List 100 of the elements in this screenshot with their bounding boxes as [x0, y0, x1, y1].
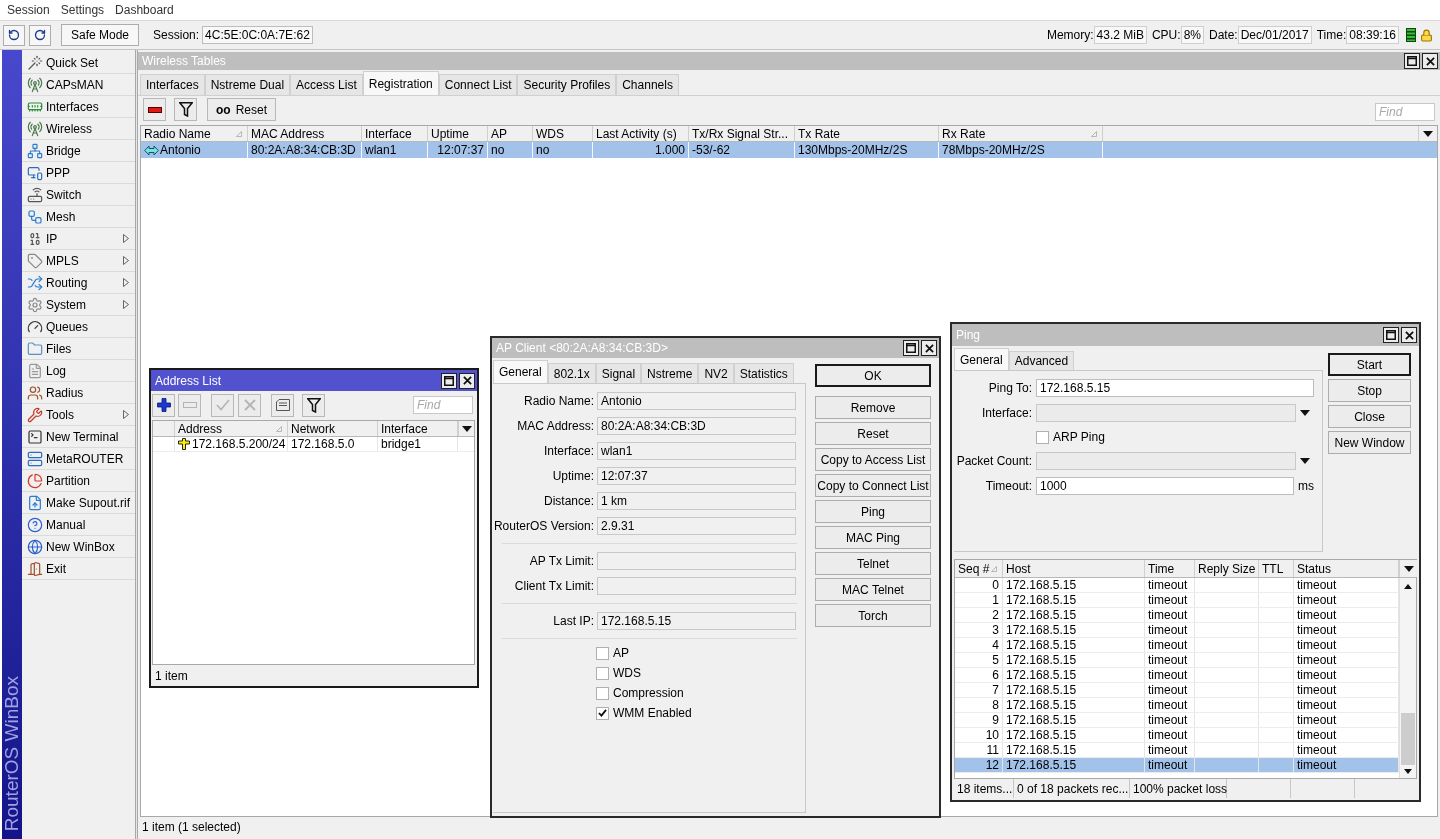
column-menu-button[interactable] [458, 421, 474, 436]
close-button[interactable] [459, 372, 475, 389]
find-field[interactable]: Find [413, 396, 473, 414]
tab[interactable]: 802.1x [547, 363, 596, 383]
table-row[interactable]: 4 172.168.5.15 timeout timeout [955, 638, 1399, 653]
column-header[interactable]: Reply Size [1195, 560, 1259, 577]
column-header[interactable]: Radio Name [141, 126, 248, 141]
table-row[interactable]: 5 172.168.5.15 timeout timeout [955, 653, 1399, 668]
text-field[interactable] [597, 552, 796, 570]
checkbox[interactable] [1036, 430, 1049, 444]
maximize-button[interactable] [903, 340, 919, 356]
table-row[interactable]: 172.168.5.200/24 172.168.5.0 bridge1 [153, 437, 474, 452]
menu-item[interactable]: Dashboard [115, 3, 174, 17]
column-header[interactable]: Interface [362, 126, 428, 141]
column-header[interactable]: AP [488, 126, 533, 141]
tab[interactable]: Channels [616, 74, 679, 95]
checkbox[interactable] [596, 646, 609, 660]
column-header[interactable]: Uptime [428, 126, 488, 141]
text-field[interactable]: 172.168.5.15 [597, 612, 796, 630]
action-button[interactable]: Reset [815, 422, 931, 445]
find-field[interactable]: Find [1375, 103, 1435, 121]
column-header[interactable]: Time [1145, 560, 1195, 577]
tab[interactable]: Security Profiles [517, 74, 617, 95]
column-header[interactable]: Seq # [955, 560, 1003, 577]
close-button[interactable] [1401, 327, 1417, 343]
tab[interactable]: Statistics [733, 363, 794, 383]
down-arrow-icon[interactable] [1404, 769, 1412, 774]
column-header[interactable]: Last Activity (s) [593, 126, 689, 141]
text-field[interactable]: 12:07:37 [597, 467, 796, 485]
text-field[interactable]: 1 km [597, 492, 796, 510]
menu-item[interactable]: Settings [60, 3, 105, 17]
scrollbar-thumb[interactable] [1401, 713, 1415, 765]
action-button[interactable]: Remove [815, 396, 931, 419]
tab[interactable]: Registration [362, 71, 439, 95]
close-button[interactable] [1422, 53, 1438, 69]
column-header[interactable]: TTL [1259, 560, 1294, 577]
action-button[interactable]: Copy to Access List [815, 448, 931, 471]
table-row[interactable]: 9 172.168.5.15 timeout timeout [955, 713, 1399, 728]
text-field[interactable]: 80:2A:A8:34:CB:3D [597, 417, 796, 435]
column-header[interactable]: Host [1003, 560, 1145, 577]
column-header[interactable]: Rx Rate [939, 126, 1103, 141]
reset-button[interactable]: oo Reset [207, 98, 277, 121]
column-header[interactable]: Address [175, 421, 288, 436]
column-header[interactable]: Tx Rate [795, 126, 939, 141]
action-button[interactable]: Telnet [815, 552, 931, 575]
action-button[interactable]: MAC Ping [815, 526, 931, 549]
action-button[interactable]: New Window [1328, 431, 1411, 454]
text-field[interactable]: 2.9.31 [597, 517, 796, 535]
checkbox[interactable] [596, 666, 609, 680]
tab[interactable]: Nstreme [641, 363, 699, 383]
table-row[interactable]: 8 172.168.5.15 timeout timeout [955, 698, 1399, 713]
sidebar-item[interactable]: System [22, 294, 135, 316]
column-header[interactable]: Network [288, 421, 378, 436]
tab[interactable]: Nstreme Dual [204, 74, 291, 95]
up-arrow-icon[interactable] [1404, 583, 1412, 589]
action-button[interactable]: Copy to Connect List [815, 474, 931, 497]
text-field[interactable]: wlan1 [597, 442, 796, 460]
text-field[interactable]: 172.168.5.15 [1036, 379, 1314, 397]
safe-mode-button[interactable]: Safe Mode [61, 24, 140, 46]
tab[interactable]: General [493, 360, 548, 383]
table-row[interactable]: 1 172.168.5.15 timeout timeout [955, 593, 1399, 608]
scrollbar[interactable] [1399, 578, 1416, 778]
maximize-button[interactable] [1404, 53, 1420, 69]
column-header[interactable]: Tx/Rx Signal Str... [689, 126, 795, 141]
action-button[interactable]: Ping [815, 500, 931, 523]
table-row[interactable]: 10 172.168.5.15 timeout timeout [955, 728, 1399, 743]
tab[interactable]: General [954, 348, 1009, 370]
redo-button[interactable] [29, 24, 51, 46]
table-row[interactable]: 2 172.168.5.15 timeout timeout [955, 608, 1399, 623]
tab[interactable]: Interfaces [140, 74, 205, 95]
action-button[interactable]: Torch [815, 604, 931, 627]
tab[interactable]: NV2 [698, 363, 734, 383]
text-field[interactable] [597, 577, 796, 595]
table-row[interactable]: Antonio 80:2A:A8:34:CB:3D wlan1 12:07:37 no no 1.000 -53/-62 130Mbps-20MHz/2S 78Mbps-20MHz/2S [141, 142, 1437, 158]
checkbox[interactable] [596, 686, 609, 700]
dropdown-field[interactable] [1036, 404, 1296, 422]
column-menu-button[interactable] [1399, 560, 1417, 577]
sidebar-item[interactable]: New WinBox [22, 536, 135, 558]
checkbox[interactable] [596, 706, 609, 720]
remove-button[interactable] [143, 98, 166, 121]
maximize-button[interactable] [1383, 327, 1399, 343]
table-row[interactable]: 3 172.168.5.15 timeout timeout [955, 623, 1399, 638]
maximize-button[interactable] [441, 372, 457, 389]
column-header[interactable]: WDS [533, 126, 593, 141]
table-row[interactable]: 11 172.168.5.15 timeout timeout [955, 743, 1399, 758]
action-button[interactable]: MAC Telnet [815, 578, 931, 601]
add-button[interactable] [152, 393, 175, 417]
table-row[interactable]: 0 172.168.5.15 timeout timeout [955, 578, 1399, 593]
close-button[interactable] [921, 340, 937, 356]
table-row[interactable]: 7 172.168.5.15 timeout timeout [955, 683, 1399, 698]
column-header[interactable]: MAC Address [248, 126, 362, 141]
action-button[interactable]: Stop [1328, 379, 1411, 402]
tab[interactable]: Access List [290, 74, 363, 95]
tab[interactable]: Advanced [1008, 351, 1075, 370]
menu-item[interactable]: Session [7, 3, 50, 17]
comment-button[interactable] [271, 393, 294, 417]
table-row[interactable]: 12 172.168.5.15 timeout timeout [955, 758, 1399, 773]
text-field[interactable]: Antonio [597, 392, 796, 410]
sidebar-item[interactable]: New Terminal [22, 426, 135, 448]
tab[interactable]: Connect List [438, 74, 518, 95]
